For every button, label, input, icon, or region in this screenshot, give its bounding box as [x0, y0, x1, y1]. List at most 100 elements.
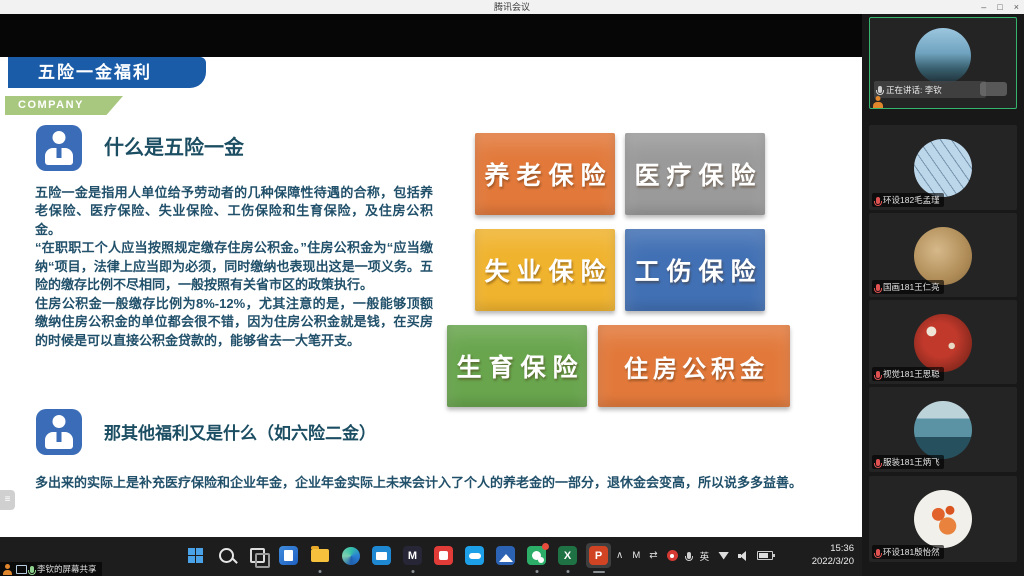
volume-icon[interactable] — [738, 551, 748, 561]
wechat-button[interactable] — [524, 543, 549, 568]
powerpoint-button[interactable]: P — [586, 543, 611, 568]
section1-heading: 什么是五险一金 — [104, 131, 244, 160]
microphone-icon — [878, 86, 882, 93]
taskbar-clock[interactable]: 15:36 2022/3/20 — [786, 542, 854, 569]
docs-app-icon — [279, 546, 298, 565]
participant-name: 视觉181王思聪 — [883, 368, 940, 380]
reaction-indicator — [980, 82, 1007, 96]
share-label: 李钦的屏幕共享 — [37, 563, 97, 575]
microphone-tray-icon[interactable] — [687, 552, 691, 559]
notification-badge — [542, 543, 549, 550]
search-icon — [219, 548, 234, 563]
ime-indicator[interactable]: 英 — [700, 549, 710, 563]
task-view-icon — [250, 548, 265, 563]
slide-title-badge: 五险一金福利 — [8, 57, 206, 88]
participants-panel: 正在讲话: 李钦 环设182毛孟瑾 国画181王仁亮 视觉181王思聪 — [862, 14, 1024, 576]
avatar — [914, 139, 972, 197]
avatar — [914, 227, 972, 285]
avatar — [914, 490, 972, 548]
powerpoint-icon: P — [589, 546, 608, 565]
paragraph: 五险一金是指用人单位给予劳动者的几种保障性待遇的合称，包括养老保险、医疗保险、失… — [35, 184, 433, 239]
presenter-icon — [2, 564, 13, 575]
benefit-box-maternity: 生育保险 — [447, 325, 587, 407]
meeting-app-button[interactable]: M — [400, 543, 425, 568]
display-icon — [16, 565, 27, 574]
speaking-indicator: 正在讲话: 李钦 — [874, 81, 986, 98]
meeting-toolbar-toggle[interactable]: ≡ — [0, 490, 15, 510]
muted-microphone-icon — [876, 549, 880, 556]
file-explorer-button[interactable] — [307, 543, 332, 568]
window-title: 腾讯会议 — [0, 0, 1024, 14]
screen-share-indicator[interactable]: 李钦的屏幕共享 — [0, 562, 102, 576]
video-tile[interactable]: 视觉181王思聪 — [869, 300, 1017, 384]
docs-app-button[interactable] — [276, 543, 301, 568]
task-view-button[interactable] — [245, 543, 270, 568]
cloud-icon — [465, 546, 484, 565]
speaking-label: 正在讲话: 李钦 — [886, 84, 942, 96]
pictures-app-button[interactable] — [493, 543, 518, 568]
store-icon — [372, 546, 391, 565]
presentation-slide: 五险一金福利 COMPANY 什么是五险一金 五险一金是指用人单位给予劳动者的几… — [0, 57, 862, 537]
maximize-button[interactable]: □ — [997, 2, 1002, 12]
participant-name: 国画181王仁亮 — [883, 281, 940, 293]
company-tag: COMPANY — [5, 96, 123, 115]
avatar — [914, 401, 972, 459]
excel-icon: X — [558, 546, 577, 565]
benefit-box-unemployment: 失业保险 — [475, 229, 615, 311]
participant-name: 环设181殷怡然 — [883, 546, 940, 558]
section2-heading: 那其他福利又是什么（如六险二金） — [104, 419, 376, 444]
benefit-box-injury: 工伤保险 — [625, 229, 765, 311]
participant-name: 服装181王炳飞 — [883, 456, 940, 468]
meeting-tray-icon[interactable]: M — [632, 550, 640, 561]
benefit-box-housing-fund: 住房公积金 — [598, 325, 790, 407]
network-switch-icon[interactable]: ⇄ — [649, 550, 657, 561]
video-tile[interactable]: 环设182毛孟瑾 — [869, 125, 1017, 210]
tray-expand-button[interactable]: ∧ — [616, 550, 623, 561]
excel-button[interactable]: X — [555, 543, 580, 568]
cloud-drive-button[interactable] — [462, 543, 487, 568]
folder-icon — [311, 549, 329, 562]
video-tile[interactable]: 国画181王仁亮 — [869, 213, 1017, 297]
edge-icon — [342, 547, 360, 565]
muted-microphone-icon — [876, 197, 880, 204]
video-tile-speaker[interactable]: 正在讲话: 李钦 — [869, 17, 1017, 109]
search-button[interactable] — [214, 543, 239, 568]
clock-date: 2022/3/20 — [786, 555, 854, 568]
muted-microphone-icon — [876, 459, 880, 466]
businessman-icon — [36, 125, 82, 171]
red-app-button[interactable] — [431, 543, 456, 568]
wechat-icon — [527, 546, 546, 565]
muted-microphone-icon — [876, 371, 880, 378]
participant-name-tag: 环设182毛孟瑾 — [872, 193, 944, 207]
recording-icon[interactable] — [667, 550, 678, 561]
benefit-box-pension: 养老保险 — [475, 133, 615, 215]
video-tile[interactable]: 服装181王炳飞 — [869, 387, 1017, 472]
wifi-icon[interactable] — [718, 552, 729, 560]
microphone-icon — [30, 566, 34, 573]
close-button[interactable]: × — [1014, 2, 1019, 12]
businessman-icon — [36, 409, 82, 455]
paragraph: “在职职工个人应当按照规定缴存住房公积金。”住房公积金为“应当缴纳“项目，法律上… — [35, 239, 433, 294]
screen-share-area: 五险一金福利 COMPANY 什么是五险一金 五险一金是指用人单位给予劳动者的几… — [0, 14, 862, 576]
section2-body: 多出来的实际上是补充医疗保险和企业年金，企业年金实际上未来会计入了个人的养老金的… — [35, 474, 805, 493]
minimize-button[interactable]: – — [981, 2, 986, 12]
participant-name-tag: 视觉181王思聪 — [872, 367, 944, 381]
desktop: 腾讯会议 – □ × 五险一金福利 COMPANY 什么是五险一金 五险一金是指… — [0, 0, 1024, 576]
benefit-box-medical: 医疗保险 — [625, 133, 765, 215]
participant-name-tag: 服装181王炳飞 — [872, 455, 944, 469]
windows-logo-icon — [188, 548, 203, 563]
participant-name-tag: 国画181王仁亮 — [872, 280, 944, 294]
avatar — [915, 28, 971, 84]
participant-name: 环设182毛孟瑾 — [883, 194, 940, 206]
store-button[interactable] — [369, 543, 394, 568]
meeting-app-icon: M — [403, 546, 422, 565]
red-app-icon — [434, 546, 453, 565]
battery-icon[interactable] — [757, 551, 773, 560]
mountain-icon — [496, 546, 515, 565]
edge-button[interactable] — [338, 543, 363, 568]
window-titlebar: 腾讯会议 – □ × — [0, 0, 1024, 14]
muted-microphone-icon — [876, 284, 880, 291]
clock-time: 15:36 — [786, 542, 854, 555]
start-button[interactable] — [183, 543, 208, 568]
video-tile[interactable]: 环设181殷怡然 — [869, 476, 1017, 562]
